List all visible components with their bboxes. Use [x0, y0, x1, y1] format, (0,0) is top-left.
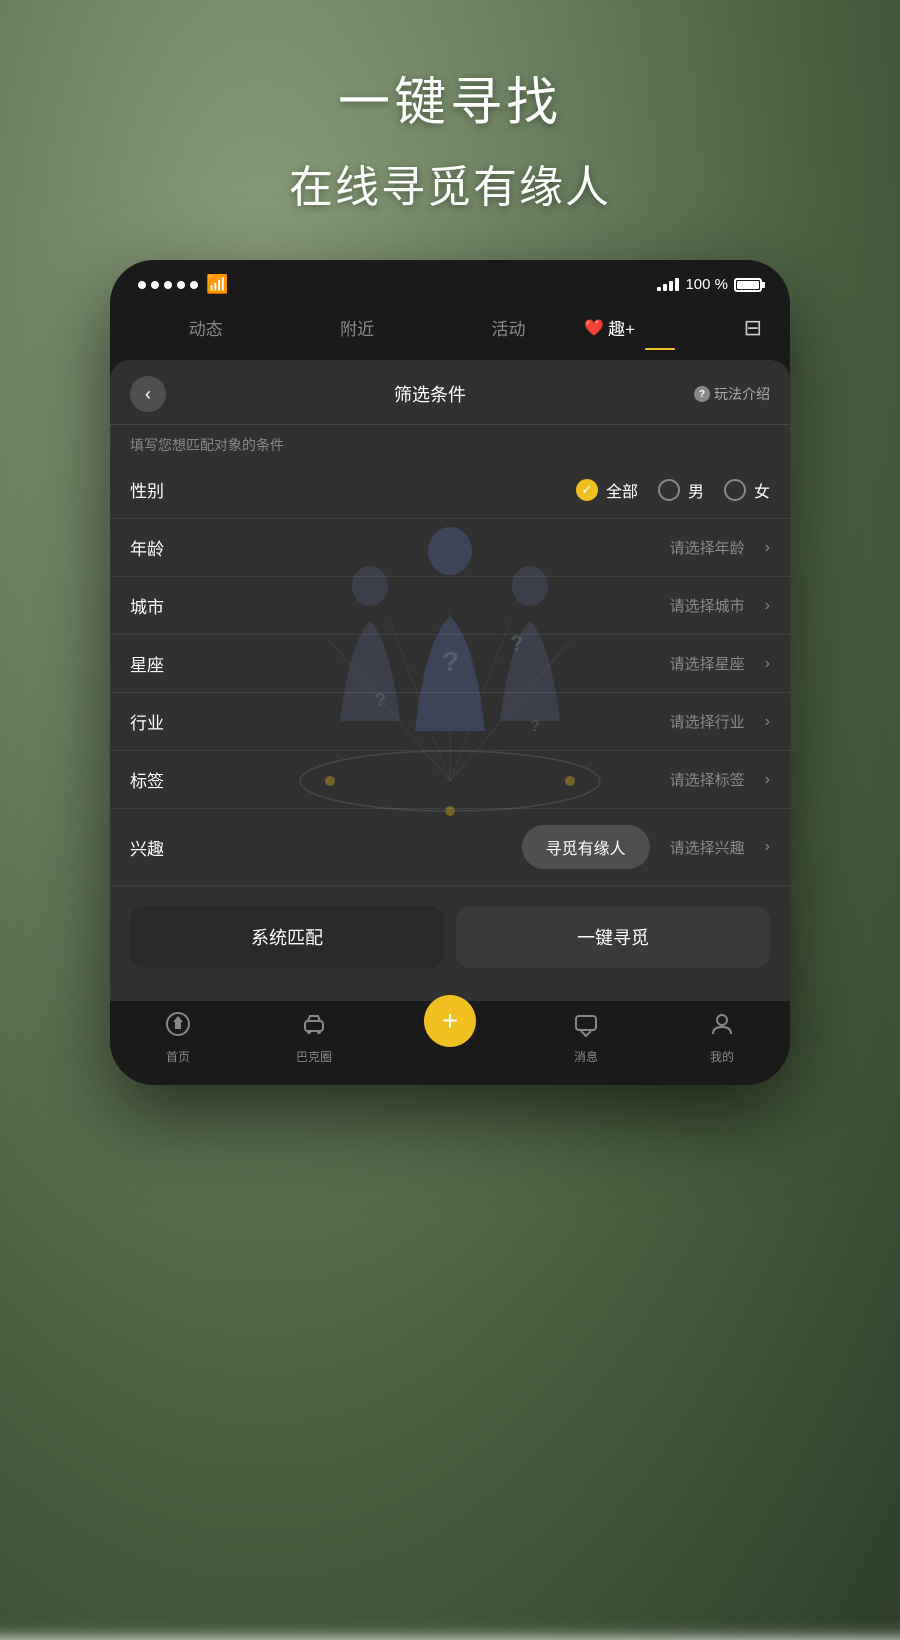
dot-4 — [177, 281, 185, 289]
gender-all[interactable]: ✓ 全部 — [576, 478, 638, 502]
tag-row[interactable]: 标签 请选择标签 › — [110, 751, 790, 809]
help-link[interactable]: ? 玩法介绍 — [694, 384, 770, 404]
help-icon: ? — [694, 386, 710, 402]
plus-button[interactable]: + — [424, 995, 476, 1047]
age-label: 年龄 — [130, 535, 185, 560]
plus-icon: + — [442, 1007, 458, 1035]
interest-search-button[interactable]: 寻觅有缘人 — [522, 825, 650, 869]
interest-placeholder: 请选择兴趣 — [670, 837, 745, 858]
dot-5 — [190, 281, 198, 289]
interest-row: 兴趣 寻觅有缘人 请选择兴趣 › — [110, 809, 790, 886]
hero-section: 一键寻找 在线寻觅有缘人 — [0, 60, 900, 215]
gender-options: ✓ 全部 男 女 — [185, 478, 770, 502]
phone-frame: 📶 100 % 动态 附近 活动 ❤️ — [110, 260, 790, 1085]
bar3 — [669, 281, 673, 291]
nav-messages-label: 消息 — [574, 1048, 598, 1065]
tab-huodong[interactable]: 活动 — [433, 307, 584, 348]
tab-qu[interactable]: ❤️ 趣+ — [584, 307, 735, 348]
city-label: 城市 — [130, 593, 185, 618]
filter-modal: ‹ 筛选条件 ? 玩法介绍 填写您想匹配对象的条件 — [110, 360, 790, 1000]
nav-tabs: 动态 附近 活动 ❤️ 趣+ ⊟ — [110, 303, 790, 360]
cellular-icon — [657, 278, 679, 291]
city-placeholder: 请选择城市 — [670, 595, 745, 616]
radio-female[interactable] — [724, 479, 746, 501]
hero-title: 一键寻找 — [0, 60, 900, 135]
nav-home-label: 首页 — [166, 1048, 190, 1065]
interest-label: 兴趣 — [130, 835, 185, 860]
hero-subtitle: 在线寻觅有缘人 — [0, 151, 900, 215]
bar4 — [675, 278, 679, 291]
nav-home[interactable]: 首页 — [110, 1011, 246, 1065]
zodiac-label: 星座 — [130, 651, 185, 676]
city-chevron: › — [765, 597, 770, 615]
industry-row[interactable]: 行业 请选择行业 › — [110, 693, 790, 751]
wifi-icon: 📶 — [206, 274, 228, 295]
tab-fujin[interactable]: 附近 — [281, 307, 432, 348]
instruction-text: 填写您想匹配对象的条件 — [110, 425, 790, 461]
zodiac-content: 请选择星座 › — [185, 653, 770, 674]
battery-fill — [737, 281, 759, 289]
gender-female[interactable]: 女 — [724, 478, 770, 502]
status-right: 100 % — [657, 276, 762, 293]
zodiac-row[interactable]: 星座 请选择星座 › — [110, 635, 790, 693]
one-click-search-button[interactable]: 一键寻觅 — [456, 906, 770, 968]
person-icon — [709, 1011, 735, 1044]
age-placeholder: 请选择年龄 — [670, 537, 745, 558]
heart-icon: ❤️ — [584, 318, 604, 338]
dot-2 — [151, 281, 159, 289]
signal-dots — [138, 281, 198, 289]
system-match-button[interactable]: 系统匹配 — [130, 906, 444, 968]
tab-qu-content: ❤️ 趣+ — [584, 315, 735, 340]
age-row[interactable]: 年龄 请选择年龄 › — [110, 519, 790, 577]
modal-title: 筛选条件 — [166, 381, 694, 407]
action-buttons: 系统匹配 一键寻觅 — [110, 886, 790, 980]
dot-3 — [164, 281, 172, 289]
nav-plus[interactable]: + — [382, 1011, 518, 1065]
industry-placeholder: 请选择行业 — [670, 711, 745, 732]
tag-chevron: › — [765, 771, 770, 789]
nav-bakequan-label: 巴克圈 — [296, 1048, 332, 1065]
interest-content: 寻觅有缘人 请选择兴趣 › — [185, 825, 770, 869]
industry-chevron: › — [765, 713, 770, 731]
zodiac-chevron: › — [765, 655, 770, 673]
age-chevron: › — [765, 539, 770, 557]
tag-content: 请选择标签 › — [185, 769, 770, 790]
battery-icon — [734, 278, 762, 292]
status-left: 📶 — [138, 274, 228, 295]
nav-bakequan[interactable]: 巴克圈 — [246, 1011, 382, 1065]
nav-mine[interactable]: 我的 — [654, 1011, 790, 1065]
gender-row: 性别 ✓ 全部 男 女 — [110, 461, 790, 519]
back-button[interactable]: ‹ — [130, 376, 166, 412]
message-icon — [573, 1011, 599, 1044]
radio-all[interactable]: ✓ — [576, 479, 598, 501]
nav-messages[interactable]: 消息 — [518, 1011, 654, 1065]
age-content: 请选择年龄 › — [185, 537, 770, 558]
bottom-nav: 首页 巴克圈 + — [110, 1000, 790, 1085]
filter-icon[interactable]: ⊟ — [736, 315, 770, 341]
tag-label: 标签 — [130, 767, 185, 792]
home-icon — [165, 1011, 191, 1044]
gender-label: 性别 — [130, 477, 185, 502]
car-icon — [301, 1011, 327, 1044]
city-content: 请选择城市 › — [185, 595, 770, 616]
interest-chevron: › — [765, 838, 770, 856]
zodiac-placeholder: 请选择星座 — [670, 653, 745, 674]
status-bar: 📶 100 % — [110, 260, 790, 303]
battery-percent: 100 % — [685, 276, 728, 293]
bar2 — [663, 284, 667, 291]
tag-placeholder: 请选择标签 — [670, 769, 745, 790]
check-icon: ✓ — [582, 482, 593, 498]
radio-male[interactable] — [658, 479, 680, 501]
tab-dongtai[interactable]: 动态 — [130, 307, 281, 348]
gender-male[interactable]: 男 — [658, 478, 704, 502]
form-rows-container: ? ? ? ? 性别 ✓ 全部 — [110, 461, 790, 886]
nav-mine-label: 我的 — [710, 1048, 734, 1065]
industry-label: 行业 — [130, 709, 185, 734]
industry-content: 请选择行业 › — [185, 711, 770, 732]
city-row[interactable]: 城市 请选择城市 › — [110, 577, 790, 635]
modal-header: ‹ 筛选条件 ? 玩法介绍 — [110, 360, 790, 425]
bar1 — [657, 287, 661, 291]
dot-1 — [138, 281, 146, 289]
